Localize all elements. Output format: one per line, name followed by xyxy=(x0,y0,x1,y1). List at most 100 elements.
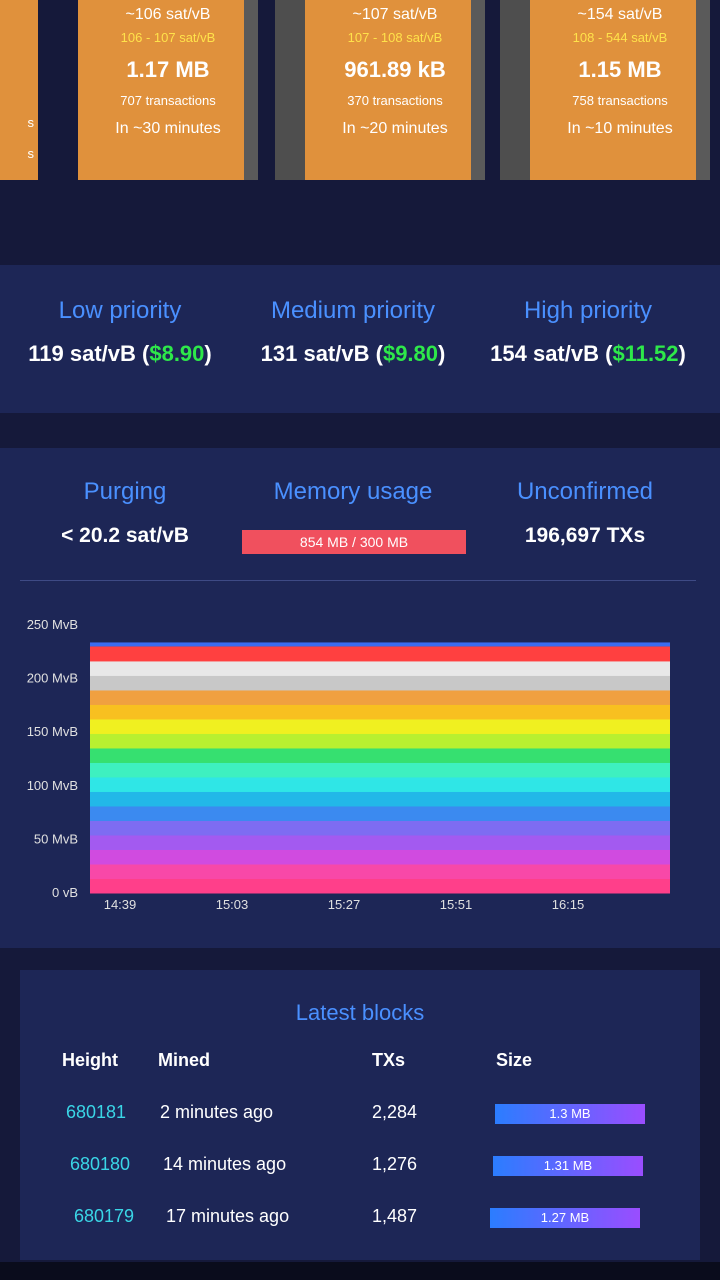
latest-blocks-title: Latest blocks xyxy=(295,1000,425,1025)
block-mined-time: 2 minutes ago xyxy=(160,1102,274,1122)
upcoming-blocks: s s ~106 sat/vB 106 - 107 sat/vB 1.17 MB… xyxy=(0,0,720,200)
y-tick-label: 200 MvB xyxy=(27,671,78,686)
table-row[interactable]: 680181 2 minutes ago 2,284 1.3 MB xyxy=(20,1102,700,1142)
chart-band xyxy=(90,704,670,720)
block-size-bar: 1.3 MB xyxy=(495,1104,645,1124)
fee-medium-priority: Medium priority 131 sat/vB ($9.80) xyxy=(233,265,473,367)
col-header-mined: Mined xyxy=(158,1050,210,1070)
y-tick-label: 250 MvB xyxy=(27,617,78,632)
chart-band xyxy=(90,747,670,763)
block-size-bar: 1.31 MB xyxy=(493,1156,643,1176)
y-tick-label: 100 MvB xyxy=(27,778,78,793)
block-tx-count: 1,276 xyxy=(372,1154,418,1174)
chart-band xyxy=(90,776,670,792)
unconfirmed-title: Unconfirmed xyxy=(516,478,654,505)
chart-x-axis: 14:39 15:03 15:27 15:51 16:15 xyxy=(104,897,585,912)
block-size: 1.15 MB xyxy=(578,57,662,82)
chart-top-line xyxy=(90,642,670,647)
x-tick-label: 15:27 xyxy=(328,897,361,912)
table-row[interactable]: 680179 17 minutes ago 1,487 1.27 MB xyxy=(20,1206,700,1246)
block-height-link[interactable]: 680181 xyxy=(66,1102,126,1123)
purging-value: < 20.2 sat/vB xyxy=(61,524,189,547)
fee-title: Medium priority xyxy=(270,297,436,324)
chart-bands xyxy=(90,642,670,894)
block-median-fee: ~107 sat/vB xyxy=(352,6,438,23)
block-tx-count: 2,284 xyxy=(372,1102,418,1122)
block-size: 961.89 kB xyxy=(344,57,446,82)
table-row[interactable]: 680180 14 minutes ago 1,276 1.31 MB xyxy=(20,1154,700,1194)
chart-band xyxy=(90,689,670,705)
unconfirmed-stat: Unconfirmed 196,697 TXs xyxy=(465,448,705,548)
chart-y-axis: 250 MvB 200 MvB 150 MvB 100 MvB 50 MvB 0 vB xyxy=(27,617,78,900)
block-eta: In ~20 minutes xyxy=(342,120,448,137)
x-tick-label: 15:51 xyxy=(440,897,473,912)
fee-rate: 154 sat/vB xyxy=(490,341,599,366)
x-tick-label: 14:39 xyxy=(104,897,137,912)
chart-band xyxy=(90,718,670,734)
block-fee-range: 107 - 108 sat/vB xyxy=(347,30,443,45)
x-tick-label: 15:03 xyxy=(216,897,249,912)
block-mined-time: 17 minutes ago xyxy=(166,1206,290,1226)
mempool-block[interactable]: ~154 sat/vB 108 - 544 sat/vB 1.15 MB 758… xyxy=(500,0,710,180)
memory-usage-title: Memory usage xyxy=(273,478,433,505)
block-median-fee: ~154 sat/vB xyxy=(577,6,663,23)
screen-bezel xyxy=(0,1262,720,1280)
block-side-face xyxy=(500,0,530,180)
purging-stat: Purging < 20.2 sat/vB xyxy=(5,448,245,548)
fee-rate: 119 sat/vB xyxy=(28,341,136,366)
block-tx-count: 370 transactions xyxy=(347,93,443,108)
block-tx-count: 758 transactions xyxy=(572,93,668,108)
chart-band xyxy=(90,733,670,749)
fee-estimates-panel: Low priority 119 sat/vB ($8.90) Medium p… xyxy=(0,265,720,413)
mempool-block-partial[interactable]: s s xyxy=(0,0,38,180)
block-tx-count: 1,487 xyxy=(372,1206,418,1226)
memory-usage-bar: 854 MB / 300 MB xyxy=(242,530,466,554)
chart-band xyxy=(90,762,670,778)
x-tick-label: 16:15 xyxy=(552,897,585,912)
block-height-link[interactable]: 680180 xyxy=(70,1154,130,1175)
chart-band xyxy=(90,863,670,879)
purging-title: Purging xyxy=(83,478,167,505)
mempool-size-chart[interactable]: 250 MvB 200 MvB 150 MvB 100 MvB 50 MvB 0 vB 1… xyxy=(0,595,720,925)
mempool-block[interactable]: ~106 sat/vB 106 - 107 sat/vB 1.17 MB 707… xyxy=(78,0,258,180)
chart-band xyxy=(90,820,670,836)
fee-usd: $9.80 xyxy=(382,341,439,366)
fee-title: High priority xyxy=(523,297,653,324)
block-mined-time: 14 minutes ago xyxy=(163,1154,287,1174)
col-header-txs: TXs xyxy=(372,1050,406,1070)
block-edge-text: s xyxy=(27,146,35,161)
chart-band xyxy=(90,675,670,691)
fee-high-priority: High priority 154 sat/vB ($11.52) xyxy=(468,265,708,367)
block-eta: In ~10 minutes xyxy=(567,120,673,137)
block-fee-range: 106 - 107 sat/vB xyxy=(120,30,216,45)
block-tx-count: 707 transactions xyxy=(120,93,216,108)
chart-band xyxy=(90,660,670,676)
block-edge-text: s xyxy=(27,115,35,130)
chart-band xyxy=(90,849,670,865)
block-height-link[interactable]: 680179 xyxy=(74,1206,134,1227)
y-tick-label: 0 vB xyxy=(52,885,78,900)
divider xyxy=(20,580,696,581)
chart-band xyxy=(90,805,670,821)
memory-usage-stat: Memory usage xyxy=(233,448,473,506)
fee-usd: $8.90 xyxy=(149,341,205,366)
col-header-height: Height xyxy=(62,1050,118,1070)
unconfirmed-value: 196,697 TXs xyxy=(524,524,646,547)
chart-band xyxy=(90,834,670,850)
y-tick-label: 50 MvB xyxy=(34,831,78,846)
fee-usd: $11.52 xyxy=(612,341,679,366)
mempool-block[interactable]: ~107 sat/vB 107 - 108 sat/vB 961.89 kB 3… xyxy=(275,0,485,180)
y-tick-label: 150 MvB xyxy=(27,724,78,739)
block-eta: In ~30 minutes xyxy=(115,120,221,137)
block-fee-range: 108 - 544 sat/vB xyxy=(572,30,668,45)
latest-blocks-panel: Latest blocks Height Mined TXs Size 6801… xyxy=(20,970,700,1260)
chart-band xyxy=(90,791,670,807)
block-size: 1.17 MB xyxy=(126,57,210,82)
fee-value: 119 sat/vB ($8.90) xyxy=(28,341,212,366)
fee-value: 131 sat/vB ($9.80) xyxy=(260,341,446,366)
col-header-size: Size xyxy=(496,1050,533,1070)
block-side-face xyxy=(275,0,305,180)
chart-band xyxy=(90,878,670,894)
block-size-bar: 1.27 MB xyxy=(490,1208,640,1228)
fee-low-priority: Low priority 119 sat/vB ($8.90) xyxy=(0,265,240,367)
